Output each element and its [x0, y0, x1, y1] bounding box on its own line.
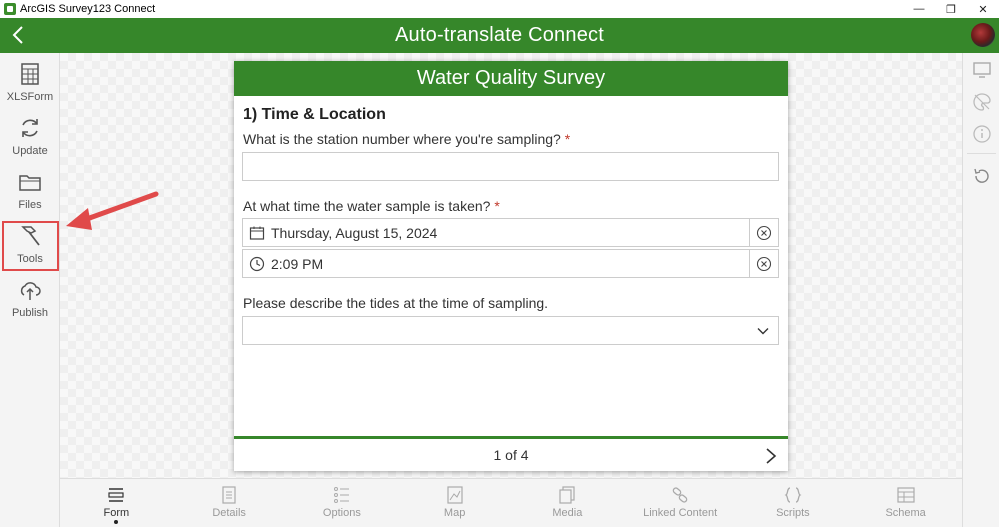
- sidebar-item-files[interactable]: Files: [0, 161, 60, 215]
- survey-form-card: Water Quality Survey 1) Time & Location …: [234, 61, 788, 471]
- tab-label: Linked Content: [643, 507, 718, 519]
- tides-select[interactable]: [242, 316, 779, 345]
- scripts-icon: [784, 487, 802, 503]
- tools-highlight-box: [2, 221, 59, 271]
- tab-details[interactable]: Details: [173, 479, 286, 527]
- tab-label: Map: [443, 507, 466, 519]
- date-value: Thursday, August 15, 2024: [271, 224, 438, 241]
- back-arrow-icon[interactable]: [8, 24, 30, 46]
- folder-icon: [19, 175, 41, 191]
- active-tab-dot: [114, 520, 119, 524]
- right-sidebar: [962, 53, 999, 527]
- reset-icon[interactable]: [971, 165, 993, 187]
- media-icon: [559, 486, 575, 504]
- tab-schema[interactable]: Schema: [849, 479, 962, 527]
- tab-label: Media: [552, 507, 583, 519]
- time-value: 2:09 PM: [271, 255, 324, 272]
- details-icon: [222, 486, 236, 504]
- spreadsheet-icon: [21, 63, 39, 85]
- cloud-upload-icon: [20, 282, 41, 300]
- tab-options[interactable]: Options: [286, 479, 399, 527]
- sidebar-item-label: Update: [12, 145, 48, 157]
- time-field[interactable]: 2:09 PM: [242, 249, 779, 278]
- divider: [967, 153, 996, 154]
- tab-scripts[interactable]: Scripts: [737, 479, 850, 527]
- tab-label: Scripts: [776, 507, 810, 519]
- restore-button[interactable]: ❐: [935, 0, 967, 18]
- station-number-input[interactable]: [242, 152, 779, 181]
- palette-icon[interactable]: [971, 91, 993, 113]
- avatar[interactable]: [971, 23, 995, 47]
- page-title: Auto-translate Connect: [395, 24, 604, 46]
- close-window-button[interactable]: ✕: [967, 0, 999, 18]
- clear-icon: [756, 256, 772, 271]
- tab-label: Options: [322, 507, 361, 519]
- app-logo-icon: [4, 3, 16, 15]
- required-marker: *: [494, 198, 500, 214]
- sidebar-item-publish[interactable]: Publish: [0, 269, 60, 323]
- tab-linked-content[interactable]: Linked Content: [624, 479, 737, 527]
- sidebar-item-xlsform[interactable]: XLSForm: [0, 53, 60, 107]
- question-label-time: At what time the water sample is taken? …: [243, 198, 500, 214]
- question-label-station: What is the station number where you're …: [243, 131, 570, 147]
- chevron-down-icon: [757, 328, 769, 335]
- form-icon: [108, 488, 124, 502]
- tab-label: Details: [212, 507, 246, 519]
- tab-media[interactable]: Media: [511, 479, 624, 527]
- schema-icon: [897, 487, 915, 503]
- refresh-icon: [22, 119, 38, 137]
- sidebar-item-label: Files: [18, 199, 42, 211]
- sidebar-item-label: Publish: [11, 307, 49, 319]
- calendar-icon: [249, 226, 265, 240]
- section-title: 1) Time & Location: [243, 106, 386, 123]
- sidebar-item-update[interactable]: Update: [0, 107, 60, 161]
- window-titlebar: ArcGIS Survey123 Connect — ❐ ✕: [0, 0, 999, 18]
- tab-label: Schema: [885, 507, 926, 519]
- tab-map[interactable]: Map: [398, 479, 511, 527]
- app-header: Auto-translate Connect: [0, 18, 999, 53]
- clear-time-button[interactable]: [749, 250, 778, 277]
- question-label-tides: Please describe the tides at the time of…: [243, 295, 549, 311]
- link-icon: [672, 487, 688, 503]
- monitor-icon[interactable]: [971, 59, 993, 81]
- date-field[interactable]: Thursday, August 15, 2024: [242, 218, 779, 247]
- page-indicator: 1 of 4: [493, 447, 529, 463]
- required-marker: *: [564, 131, 571, 147]
- clear-icon: [756, 225, 772, 240]
- sidebar-item-label: XLSForm: [6, 91, 54, 103]
- annotation-arrow: [66, 191, 159, 230]
- window-title: ArcGIS Survey123 Connect: [20, 3, 156, 15]
- bottom-tab-bar: Form Details Options Map Media Linked Co…: [60, 478, 962, 527]
- clock-icon: [249, 256, 265, 271]
- minimize-button[interactable]: —: [903, 0, 935, 18]
- next-page-button[interactable]: [764, 447, 778, 465]
- options-icon: [333, 487, 349, 503]
- clear-date-button[interactable]: [749, 219, 778, 246]
- tab-form[interactable]: Form: [60, 479, 173, 527]
- form-footer: 1 of 4: [234, 436, 788, 471]
- info-icon[interactable]: [971, 123, 993, 145]
- question-text: What is the station number where you're …: [243, 131, 561, 147]
- tab-label: Form: [103, 507, 130, 519]
- left-sidebar: XLSForm Update Files Tools Publish: [0, 53, 60, 527]
- survey-title: Water Quality Survey: [234, 61, 788, 96]
- map-icon: [447, 486, 463, 504]
- question-text: At what time the water sample is taken?: [243, 198, 491, 214]
